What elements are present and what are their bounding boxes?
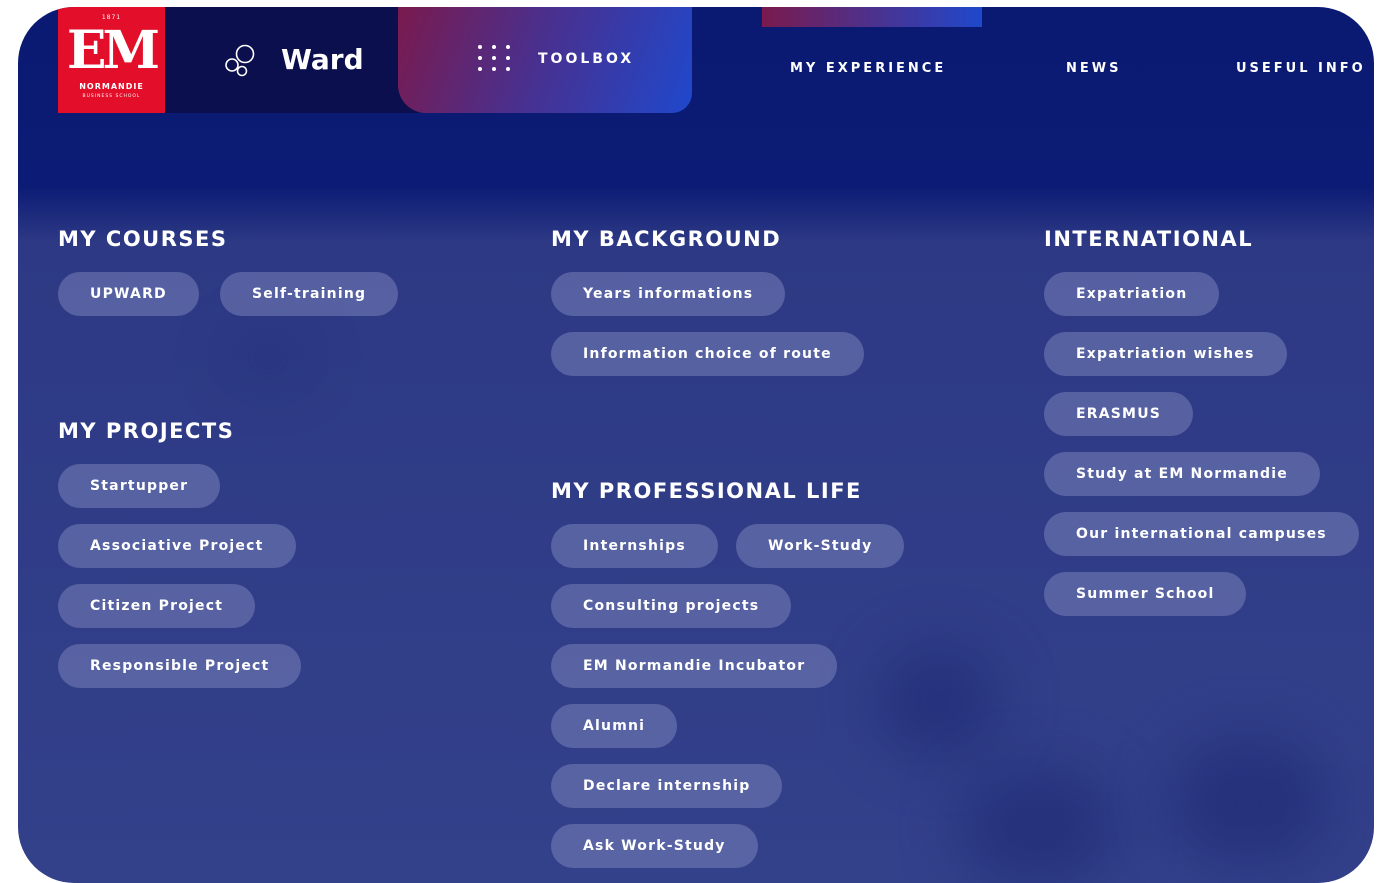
section-title-my-background: MY BACKGROUND bbox=[551, 227, 782, 251]
link-study-at-em-normandie[interactable]: Study at EM Normandie bbox=[1044, 452, 1320, 496]
app-name: Ward bbox=[281, 43, 364, 76]
link-summer-school[interactable]: Summer School bbox=[1044, 572, 1247, 616]
grid-dots-icon bbox=[478, 45, 514, 75]
background-blur bbox=[218, 327, 318, 387]
link-responsible-project[interactable]: Responsible Project bbox=[58, 644, 302, 688]
link-declare-internship[interactable]: Declare internship bbox=[551, 764, 783, 808]
nav-my-experience[interactable]: MY EXPERIENCE bbox=[790, 61, 946, 76]
active-nav-indicator bbox=[762, 7, 982, 27]
section-title-my-courses: MY COURSES bbox=[58, 227, 228, 251]
link-alumni[interactable]: Alumni bbox=[551, 704, 678, 748]
section-title-international: INTERNATIONAL bbox=[1044, 227, 1254, 251]
link-years-informations[interactable]: Years informations bbox=[551, 272, 786, 316]
link-work-study[interactable]: Work-Study bbox=[736, 524, 905, 568]
link-erasmus[interactable]: ERASMUS bbox=[1044, 392, 1194, 436]
toolbox-button[interactable]: TOOLBOX bbox=[398, 7, 692, 113]
link-expatriation-wishes[interactable]: Expatriation wishes bbox=[1044, 332, 1287, 376]
bubbles-icon bbox=[225, 44, 255, 77]
logo-business-school: BUSINESS SCHOOL bbox=[82, 94, 141, 99]
em-normandie-logo[interactable]: 1871 EM NORMANDIE BUSINESS SCHOOL bbox=[58, 7, 165, 113]
link-expatriation[interactable]: Expatriation bbox=[1044, 272, 1220, 316]
link-our-international-campuses[interactable]: Our international campuses bbox=[1044, 512, 1359, 556]
nav-news[interactable]: NEWS bbox=[1066, 61, 1121, 76]
toolbox-label: TOOLBOX bbox=[538, 51, 635, 67]
background-blur bbox=[958, 767, 1118, 883]
link-citizen-project[interactable]: Citizen Project bbox=[58, 584, 256, 628]
top-navigation: 1871 EM NORMANDIE BUSINESS SCHOOL Ward T… bbox=[18, 7, 1374, 127]
section-title-my-projects: MY PROJECTS bbox=[58, 419, 235, 443]
nav-useful-info[interactable]: USEFUL INFO bbox=[1236, 61, 1366, 76]
link-startupper[interactable]: Startupper bbox=[58, 464, 221, 508]
link-self-training[interactable]: Self-training bbox=[220, 272, 399, 316]
link-ask-work-study[interactable]: Ask Work-Study bbox=[551, 824, 758, 868]
link-em-normandie-incubator[interactable]: EM Normandie Incubator bbox=[551, 644, 838, 688]
background-blur bbox=[1168, 737, 1328, 867]
logo-normandie: NORMANDIE bbox=[79, 82, 144, 91]
section-title-my-professional-life: MY PROFESSIONAL LIFE bbox=[551, 479, 862, 503]
link-consulting-projects[interactable]: Consulting projects bbox=[551, 584, 792, 628]
link-associative-project[interactable]: Associative Project bbox=[58, 524, 296, 568]
link-information-choice-of-route[interactable]: Information choice of route bbox=[551, 332, 864, 376]
logo-mark: EM bbox=[66, 20, 160, 81]
link-internships[interactable]: Internships bbox=[551, 524, 718, 568]
background-blur bbox=[878, 647, 998, 757]
link-upward[interactable]: UPWARD bbox=[58, 272, 199, 316]
app-frame: 1871 EM NORMANDIE BUSINESS SCHOOL Ward T… bbox=[18, 7, 1374, 883]
